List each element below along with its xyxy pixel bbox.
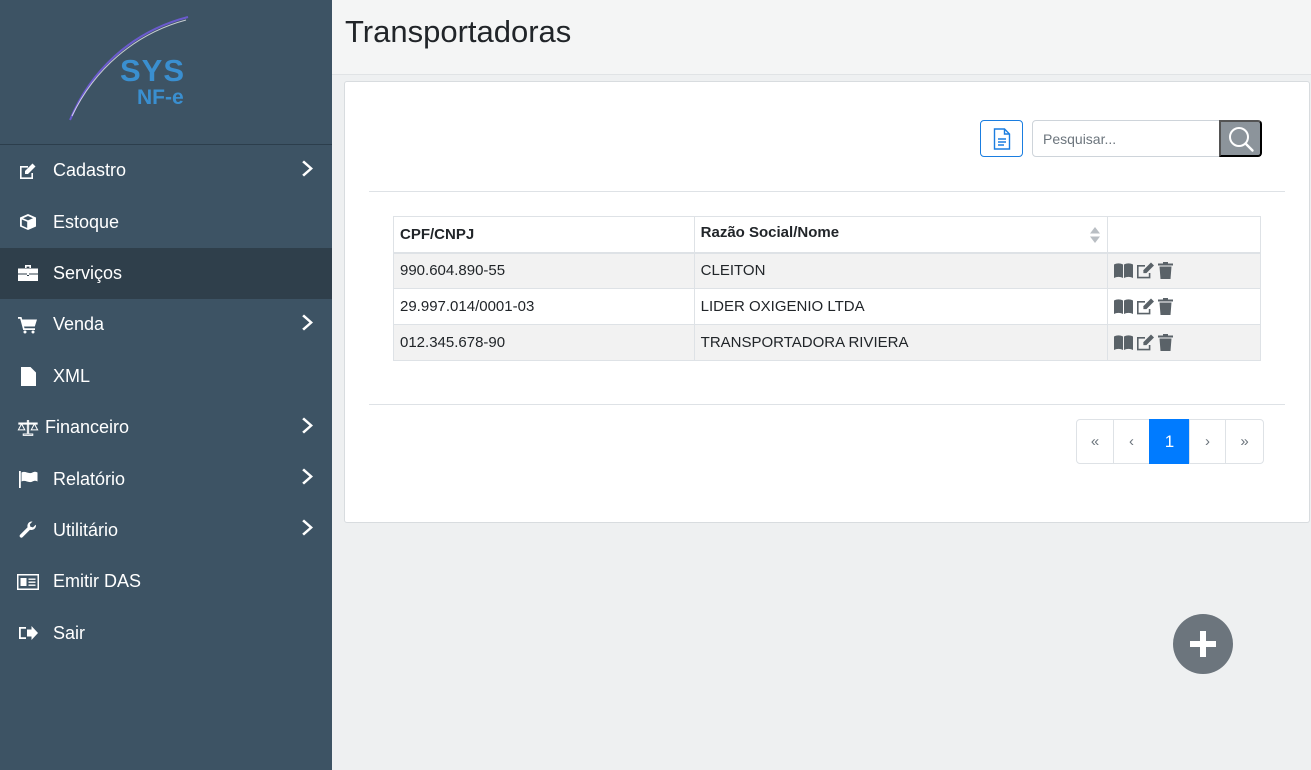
cell-actions bbox=[1107, 324, 1261, 361]
balance-scale-icon bbox=[17, 419, 39, 437]
cell-nome: TRANSPORTADORA RIVIERA bbox=[693, 324, 1109, 361]
sidebar-item-xml[interactable]: XML bbox=[0, 351, 332, 402]
plus-icon bbox=[1190, 631, 1216, 657]
chevron-right-icon bbox=[302, 416, 314, 439]
chevron-right-icon bbox=[302, 468, 314, 491]
sidebar-item-label: Estoque bbox=[53, 211, 120, 232]
pagination-prev-button[interactable]: ‹ bbox=[1113, 419, 1150, 464]
file-icon bbox=[17, 366, 39, 386]
cart-icon bbox=[17, 316, 39, 334]
edit-icon[interactable] bbox=[1136, 334, 1155, 351]
sidebar-item-relatorio[interactable]: Relatório bbox=[0, 453, 332, 504]
pagination-first-button[interactable]: « bbox=[1076, 419, 1114, 464]
divider bbox=[369, 191, 1285, 192]
sidebar-item-label: Utilitário bbox=[53, 519, 119, 540]
chevron-right-icon bbox=[302, 159, 314, 182]
delete-trash-icon[interactable] bbox=[1158, 262, 1174, 280]
sidebar-item-label: Sair bbox=[53, 622, 86, 643]
export-document-button[interactable] bbox=[980, 120, 1023, 157]
sidebar-item-venda[interactable]: Venda bbox=[0, 299, 332, 350]
cell-actions bbox=[1107, 252, 1261, 289]
briefcase-icon bbox=[17, 265, 39, 282]
pagination-page-current[interactable]: 1 bbox=[1149, 419, 1190, 464]
table-row: 012.345.678-90 TRANSPORTADORA RIVIERA bbox=[393, 324, 1261, 361]
column-header-razao-social[interactable]: Razão Social/Nome bbox=[693, 216, 1109, 254]
chevron-right-icon bbox=[302, 519, 314, 542]
cell-actions bbox=[1107, 288, 1261, 325]
cube-icon bbox=[17, 213, 39, 231]
edit-icon[interactable] bbox=[1136, 262, 1155, 279]
sidebar-item-servicos[interactable]: Serviços bbox=[0, 247, 332, 300]
sidebar-item-label: Emitir DAS bbox=[53, 571, 142, 592]
sidebar: SYS NF-e Cadastro Estoque Serviços Venda… bbox=[0, 0, 332, 770]
pagination-last-button[interactable]: » bbox=[1225, 419, 1264, 464]
search-icon bbox=[1228, 126, 1254, 152]
cell-nome: CLEITON bbox=[693, 252, 1109, 289]
cell-cpf-cnpj: 012.345.678-90 bbox=[393, 324, 695, 361]
brand-logo[interactable]: SYS NF-e bbox=[0, 0, 332, 145]
sidebar-item-financeiro[interactable]: Financeiro bbox=[0, 402, 332, 453]
content-card: CPF/CNPJ Razão Social/Nome 990.604.890-5… bbox=[344, 81, 1310, 523]
flag-icon bbox=[17, 470, 39, 488]
pagination-next-button[interactable]: › bbox=[1189, 419, 1226, 464]
search-button[interactable] bbox=[1219, 120, 1262, 157]
view-book-icon[interactable] bbox=[1114, 335, 1134, 350]
cell-cpf-cnpj: 29.997.014/0001-03 bbox=[393, 288, 695, 325]
sidebar-item-cadastro[interactable]: Cadastro bbox=[0, 145, 332, 196]
wrench-icon bbox=[17, 521, 39, 539]
id-card-icon bbox=[17, 573, 39, 590]
column-header-label: Razão Social/Nome bbox=[700, 224, 840, 242]
sidebar-item-emitir-das[interactable]: Emitir DAS bbox=[0, 556, 332, 607]
sidebar-item-label: Serviços bbox=[53, 262, 123, 283]
page-header: Transportadoras bbox=[332, 0, 1311, 75]
sidebar-item-utilitario[interactable]: Utilitário bbox=[0, 505, 332, 556]
delete-trash-icon[interactable] bbox=[1158, 334, 1174, 351]
page-title: Transportadoras bbox=[345, 14, 572, 49]
sidebar-item-label: Venda bbox=[53, 314, 105, 335]
sidebar-item-estoque[interactable]: Estoque bbox=[0, 196, 332, 247]
sidebar-menu: Cadastro Estoque Serviços Venda XML Fina… bbox=[0, 145, 332, 659]
add-carrier-button[interactable] bbox=[1173, 614, 1233, 674]
cell-nome: LIDER OXIGENIO LTDA bbox=[693, 288, 1109, 325]
cell-cpf-cnpj: 990.604.890-55 bbox=[393, 252, 695, 289]
search-input[interactable] bbox=[1032, 120, 1220, 157]
table-header-row: CPF/CNPJ Razão Social/Nome bbox=[393, 216, 1261, 254]
sort-icon bbox=[1089, 226, 1101, 244]
sidebar-item-label: Relatório bbox=[53, 468, 126, 489]
sidebar-item-label: Financeiro bbox=[45, 417, 130, 438]
table-row: 29.997.014/0001-03 LIDER OXIGENIO LTDA bbox=[393, 288, 1261, 325]
view-book-icon[interactable] bbox=[1114, 263, 1134, 279]
table-row: 990.604.890-55 CLEITON bbox=[393, 252, 1261, 289]
document-icon bbox=[993, 127, 1010, 150]
edit-icon[interactable] bbox=[1136, 298, 1155, 315]
pagination: « ‹ 1 › » bbox=[1076, 419, 1264, 464]
brand-subtitle: NF-e bbox=[137, 86, 184, 109]
sidebar-item-sair[interactable]: Sair bbox=[0, 608, 332, 659]
delete-trash-icon[interactable] bbox=[1158, 298, 1174, 315]
divider bbox=[369, 404, 1285, 405]
sign-out-icon bbox=[17, 625, 39, 641]
column-header-actions bbox=[1107, 216, 1261, 254]
chevron-right-icon bbox=[302, 313, 314, 336]
carriers-table: CPF/CNPJ Razão Social/Nome 990.604.890-5… bbox=[393, 216, 1261, 361]
sidebar-item-label: Cadastro bbox=[53, 160, 127, 181]
brand-name: SYS bbox=[120, 53, 186, 88]
edit-icon bbox=[17, 163, 39, 179]
sidebar-item-label: XML bbox=[53, 365, 91, 386]
column-header-cpf-cnpj[interactable]: CPF/CNPJ bbox=[393, 216, 695, 254]
view-book-icon[interactable] bbox=[1114, 299, 1134, 314]
